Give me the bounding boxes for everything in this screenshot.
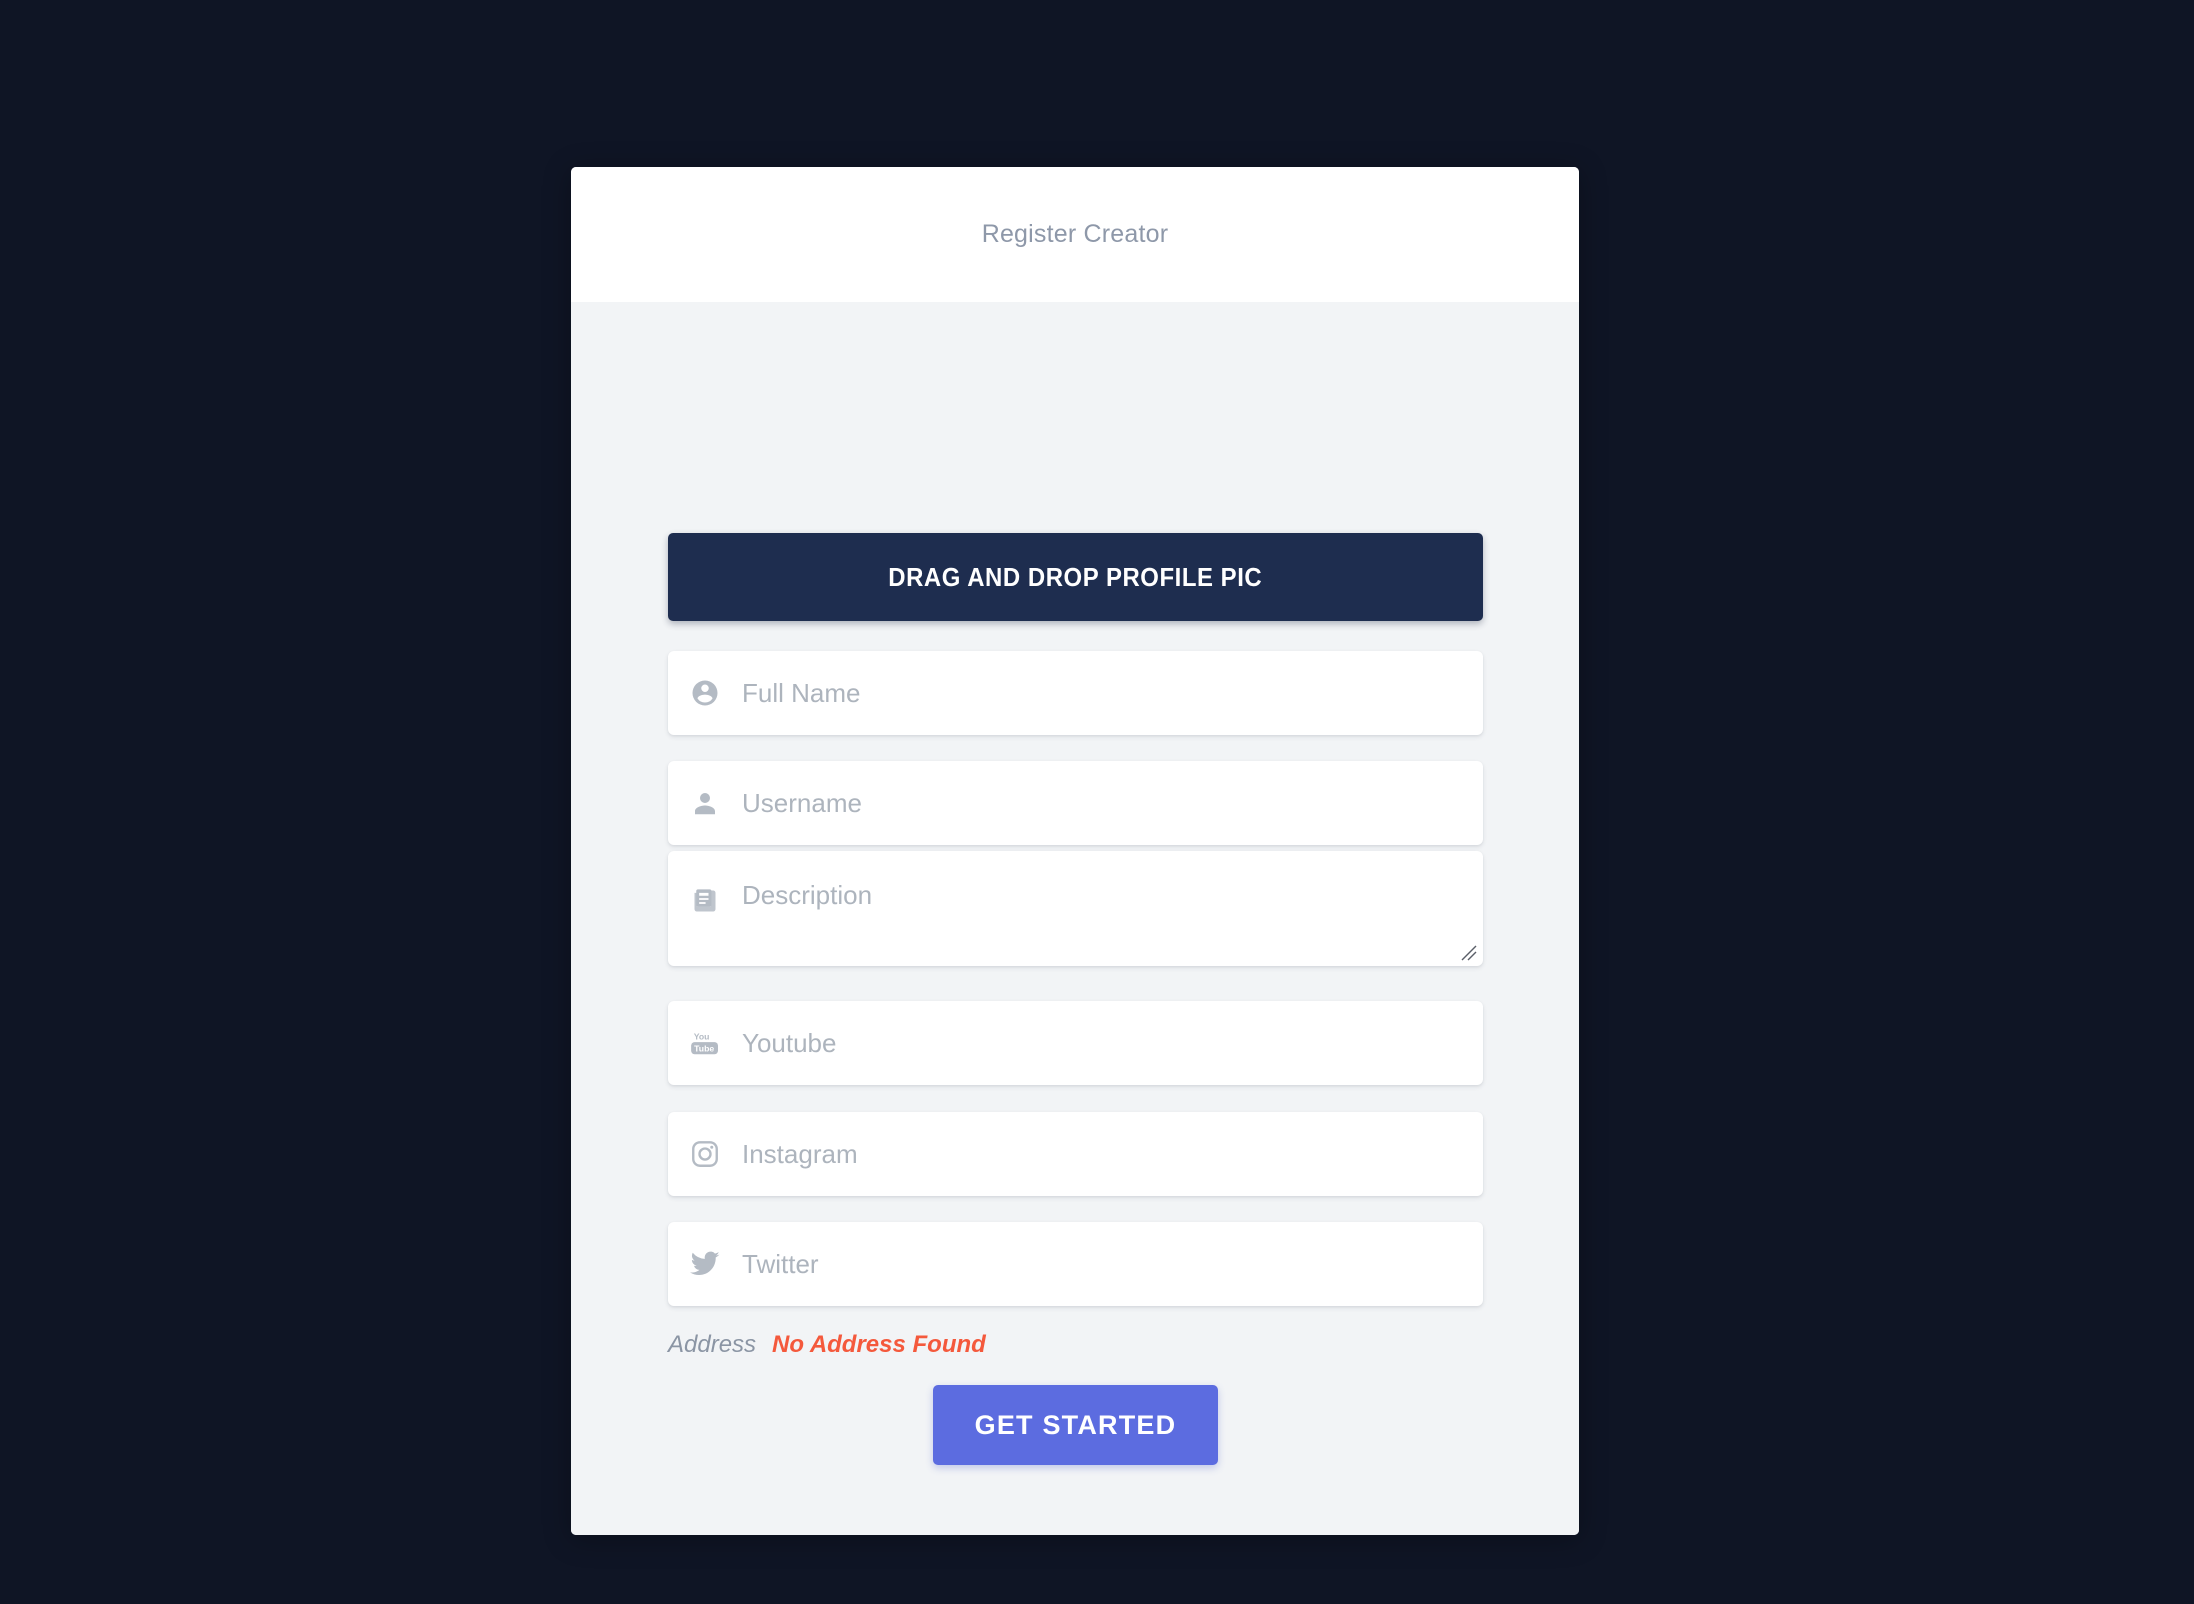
- card-body: DRAG AND DROP PROFILE PIC Full Name User…: [571, 302, 1579, 1535]
- person-icon: [668, 788, 742, 818]
- field-youtube[interactable]: You Tube: [668, 1001, 1483, 1085]
- full-name-input[interactable]: [742, 651, 1483, 735]
- account-circle-icon: [668, 678, 742, 708]
- twitter-input[interactable]: [742, 1222, 1483, 1306]
- get-started-button[interactable]: GET STARTED: [933, 1385, 1218, 1465]
- field-username[interactable]: [668, 761, 1483, 845]
- profile-pic-dropzone[interactable]: DRAG AND DROP PROFILE PIC: [668, 533, 1483, 621]
- address-label: Address: [668, 1331, 757, 1358]
- twitter-icon: [668, 1251, 742, 1277]
- svg-text:You: You: [694, 1032, 710, 1042]
- field-full-name[interactable]: [668, 651, 1483, 735]
- description-input[interactable]: [742, 851, 1483, 966]
- card-header: Register Creator: [571, 167, 1579, 302]
- profile-pic-dropzone-label: DRAG AND DROP PROFILE PIC: [888, 561, 1263, 592]
- address-row: Address No Address Found: [668, 1331, 986, 1359]
- address-status: No Address Found: [772, 1331, 986, 1358]
- article-icon: [668, 851, 742, 951]
- field-description[interactable]: [668, 851, 1483, 966]
- username-input[interactable]: [742, 761, 1483, 845]
- svg-text:Tube: Tube: [694, 1044, 714, 1054]
- youtube-input[interactable]: [742, 1001, 1483, 1085]
- page-title: Register Creator: [981, 220, 1169, 248]
- register-creator-card: Register Creator DRAG AND DROP PROFILE P…: [571, 167, 1579, 1535]
- instagram-icon: [668, 1139, 742, 1169]
- youtube-icon: You Tube: [668, 1030, 742, 1056]
- instagram-input[interactable]: [742, 1112, 1483, 1196]
- field-instagram[interactable]: [668, 1112, 1483, 1196]
- field-twitter[interactable]: [668, 1222, 1483, 1306]
- app-root: Register Creator DRAG AND DROP PROFILE P…: [0, 0, 2194, 1604]
